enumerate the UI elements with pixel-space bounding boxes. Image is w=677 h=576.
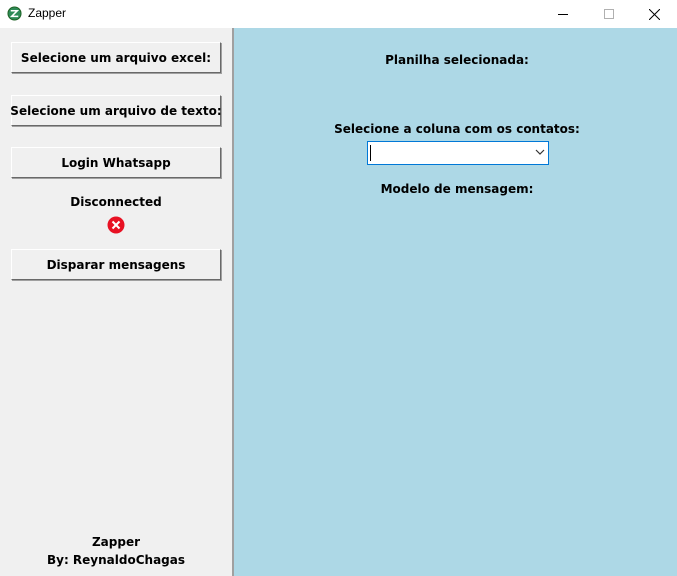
maximize-icon xyxy=(604,9,614,19)
main-panel: Planilha selecionada: Selecione a coluna… xyxy=(234,28,677,576)
close-button[interactable] xyxy=(631,0,677,28)
select-excel-button[interactable]: Selecione um arquivo excel: xyxy=(11,42,221,73)
selected-sheet-label: Planilha selecionada: xyxy=(385,53,529,67)
minimize-button[interactable] xyxy=(540,0,586,28)
title-bar[interactable]: Zapper xyxy=(0,0,677,28)
contact-column-label: Selecione a coluna com os contatos: xyxy=(334,122,580,136)
send-messages-button[interactable]: Disparar mensagens xyxy=(11,249,221,280)
close-icon xyxy=(648,8,660,20)
zapper-app-icon xyxy=(7,6,22,21)
text-cursor xyxy=(370,145,371,161)
footer-app-name: Zapper xyxy=(91,535,141,549)
minimize-icon xyxy=(558,14,568,15)
connection-status-label: Disconnected xyxy=(70,195,162,209)
login-whatsapp-button[interactable]: Login Whatsapp xyxy=(11,147,221,178)
footer-author: By: ReynaldoChagas xyxy=(46,553,185,567)
select-text-file-button[interactable]: Selecione um arquivo de texto: xyxy=(10,95,222,126)
message-template-label: Modelo de mensagem: xyxy=(380,182,534,196)
sidebar: Selecione um arquivo excel: Selecione um… xyxy=(0,28,232,576)
contact-column-select[interactable] xyxy=(367,141,549,165)
chevron-down-icon[interactable] xyxy=(535,148,545,156)
error-icon xyxy=(107,216,125,234)
window-title: Zapper xyxy=(28,6,67,20)
maximize-button[interactable] xyxy=(586,0,632,28)
